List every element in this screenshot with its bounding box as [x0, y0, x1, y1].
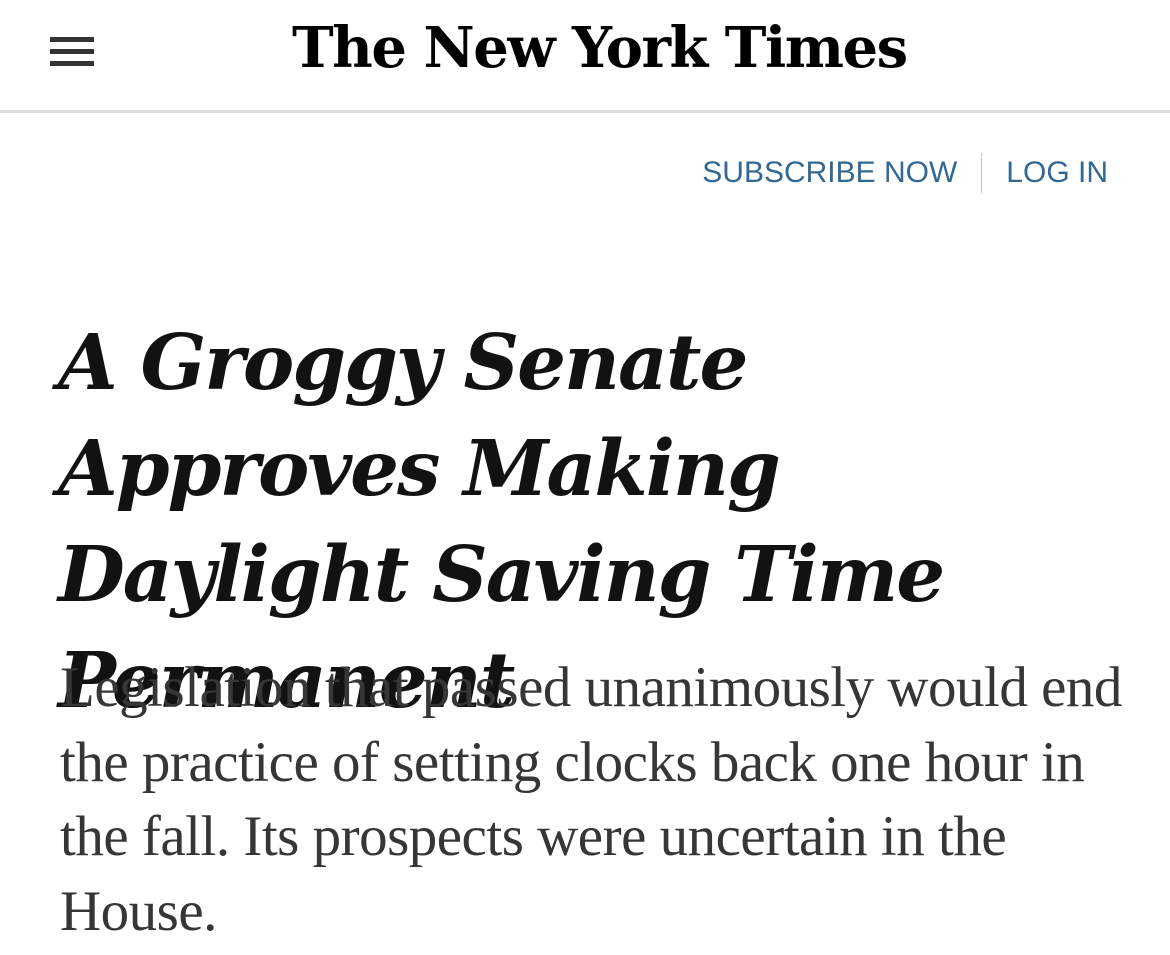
- site-header: The New York Times: [0, 0, 1170, 113]
- subscribe-now-link[interactable]: SUBSCRIBE NOW: [702, 156, 957, 190]
- menu-bar: [50, 37, 94, 42]
- article-summary: Legislation that passed unanimously woul…: [60, 656, 1122, 943]
- nyt-logo[interactable]: The New York Times: [292, 10, 908, 86]
- account-links: SUBSCRIBE NOW LOG IN: [702, 152, 1108, 194]
- link-divider: [981, 153, 983, 193]
- menu-bar: [50, 61, 94, 66]
- hamburger-menu-icon[interactable]: [50, 34, 94, 68]
- menu-bar: [50, 49, 94, 54]
- log-in-link[interactable]: LOG IN: [1006, 156, 1108, 190]
